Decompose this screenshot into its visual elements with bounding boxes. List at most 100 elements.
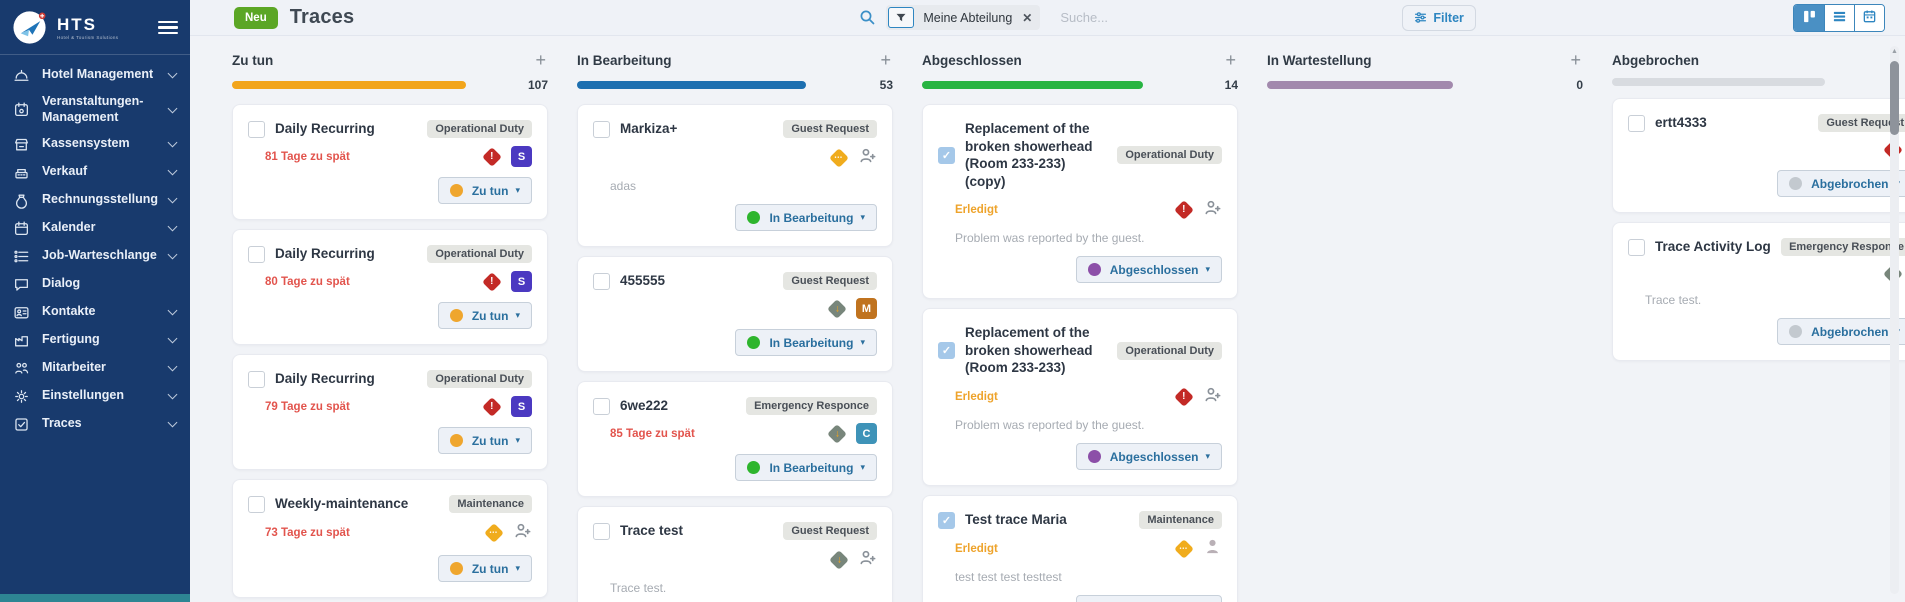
assign-user-icon[interactable]	[513, 527, 532, 544]
card-checkbox[interactable]	[593, 523, 610, 540]
trace-card[interactable]: Trace Activity Log Emergency Responce ↓ …	[1612, 222, 1905, 361]
status-dropdown-button[interactable]: Abgebrochen ▾	[1777, 170, 1905, 197]
card-checkbox[interactable]	[248, 121, 265, 138]
trace-card[interactable]: ertt4333 Guest Request ! Abgebrochen ▾	[1612, 98, 1905, 213]
card-title: Markiza+	[620, 120, 773, 138]
add-card-button[interactable]: +	[533, 51, 548, 69]
card-checkbox[interactable]	[248, 246, 265, 263]
search-input[interactable]	[1060, 10, 1210, 25]
trace-card[interactable]: ✓ Replacement of the broken showerhead (…	[922, 308, 1238, 486]
card-category-badge: Operational Duty	[427, 245, 532, 263]
trace-card[interactable]: 6we222 Emergency Responce 85 Tage zu spä…	[577, 381, 893, 497]
chip-close-icon[interactable]: ✕	[1022, 11, 1032, 25]
kanban-view-button[interactable]	[1794, 5, 1824, 31]
menu-toggle-icon[interactable]	[158, 16, 178, 39]
trace-card[interactable]: Markiza+ Guest Request ••• adas In Bearb…	[577, 104, 893, 247]
add-card-button[interactable]: +	[1568, 51, 1583, 69]
sidebar-item-veranstaltungen-management[interactable]: Veranstaltungen-Management	[0, 89, 190, 130]
vertical-scrollbar[interactable]: ▲	[1890, 46, 1899, 594]
add-card-button[interactable]: +	[878, 51, 893, 69]
assignee-avatar[interactable]: M	[856, 298, 877, 319]
assignee-avatar[interactable]: S	[511, 271, 532, 292]
card-checkbox[interactable]	[1628, 115, 1645, 132]
card-checkbox[interactable]	[1628, 239, 1645, 256]
filter-button[interactable]: Filter	[1402, 5, 1476, 31]
sidebar-item-label: Rechnungsstellung	[42, 192, 163, 208]
status-dropdown-button[interactable]: Zu tun ▾	[438, 427, 532, 454]
status-dropdown-button[interactable]: Zu tun ▾	[438, 555, 532, 582]
status-dropdown-button[interactable]: Zu tun ▾	[438, 302, 532, 329]
sidebar-item-kontakte[interactable]: Kontakte	[0, 298, 190, 326]
card-checkbox[interactable]: ✓	[938, 342, 955, 359]
column-progress: 107	[232, 78, 548, 92]
sidebar-item-rechnungsstellung[interactable]: Rechnungsstellung	[0, 186, 190, 214]
scroll-up-icon[interactable]: ▲	[1891, 48, 1898, 55]
assign-user-icon[interactable]	[858, 152, 877, 169]
filter-button-label: Filter	[1433, 11, 1464, 25]
card-checkbox[interactable]	[248, 496, 265, 513]
sidebar-item-job-warteschlange[interactable]: Job-Warteschlange	[0, 242, 190, 270]
card-checkbox[interactable]	[593, 398, 610, 415]
card-checkbox[interactable]	[593, 273, 610, 290]
sidebar-item-kalender[interactable]: Kalender	[0, 214, 190, 242]
list-view-button[interactable]	[1824, 5, 1854, 31]
assignee-avatar[interactable]: S	[511, 396, 532, 417]
trace-card[interactable]: Daily Recurring Operational Duty 80 Tage…	[232, 229, 548, 345]
sidebar-item-kassensystem[interactable]: Kassensystem	[0, 130, 190, 158]
status-dropdown-button[interactable]: In Bearbeitung ▾	[735, 329, 877, 356]
top-bar: Neu Traces Meine Abteilung ✕ Filter	[190, 0, 1905, 36]
assignee-avatar[interactable]: S	[511, 146, 532, 167]
storefront-icon	[13, 135, 31, 153]
kanban-view-icon	[1802, 9, 1817, 27]
scrollbar-thumb[interactable]	[1890, 61, 1899, 135]
status-dropdown-button[interactable]: In Bearbeitung ▾	[735, 204, 877, 231]
chevron-down-icon	[168, 362, 178, 372]
hts-logo-icon	[12, 9, 49, 46]
column-progress-bar	[577, 81, 843, 89]
sidebar-item-traces[interactable]: Traces	[0, 410, 190, 438]
status-dropdown-button[interactable]: Abgeschlossen ▾	[1076, 256, 1222, 283]
trace-card[interactable]: Weekly-maintenance Maintenance 73 Tage z…	[232, 479, 548, 598]
add-card-button[interactable]: +	[1223, 51, 1238, 69]
status-dropdown-button[interactable]: Abgeschlossen ▾	[1076, 595, 1222, 602]
card-note: 85 Tage zu spät	[593, 428, 827, 440]
chevron-down-icon	[168, 250, 178, 260]
chevron-down-icon	[168, 166, 178, 176]
assign-user-icon[interactable]	[1203, 204, 1222, 221]
sidebar-item-fertigung[interactable]: Fertigung	[0, 326, 190, 354]
assign-user-icon[interactable]	[858, 554, 877, 571]
trace-card[interactable]: Daily Recurring Operational Duty 81 Tage…	[232, 104, 548, 220]
column-cards: ertt4333 Guest Request ! Abgebrochen ▾ T…	[1612, 98, 1905, 361]
new-trace-button[interactable]: Neu	[234, 7, 278, 29]
trace-card[interactable]: 455555 Guest Request ↓ M In Bearbeitung …	[577, 256, 893, 372]
trace-card[interactable]: Daily Recurring Operational Duty 79 Tage…	[232, 354, 548, 470]
sidebar-item-hotel-management[interactable]: Hotel Management	[0, 61, 190, 89]
sidebar-item-mitarbeiter[interactable]: Mitarbeiter	[0, 354, 190, 382]
filter-chip[interactable]: Meine Abteilung ✕	[886, 5, 1040, 30]
status-dropdown-button[interactable]: Abgebrochen ▾	[1777, 318, 1905, 345]
card-checkbox[interactable]: ✓	[938, 147, 955, 164]
card-checkbox[interactable]	[248, 371, 265, 388]
status-dropdown-button[interactable]: In Bearbeitung ▾	[735, 454, 877, 481]
funnel-icon[interactable]	[888, 7, 914, 28]
sidebar-item-verkauf[interactable]: Verkauf	[0, 158, 190, 186]
assignee-avatar[interactable]: C	[856, 423, 877, 444]
trace-card[interactable]: Trace test Guest Request ↓ Trace test. I…	[577, 506, 893, 602]
card-checkbox[interactable]	[593, 121, 610, 138]
filter-chip-label: Meine Abteilung	[923, 11, 1012, 25]
sidebar-item-dialog[interactable]: Dialog	[0, 270, 190, 298]
trace-card[interactable]: ✓ Replacement of the broken showerhead (…	[922, 104, 1238, 299]
status-dropdown-button[interactable]: Abgeschlossen ▾	[1076, 443, 1222, 470]
priority-medium-icon: •••	[484, 523, 504, 543]
board-column: Abgebrochen + ertt4333 Guest Request ! A…	[1612, 51, 1905, 602]
sidebar: HTS Hotel & Tourism Solutions Hotel Mana…	[0, 0, 190, 602]
sidebar-item-label: Traces	[42, 416, 163, 432]
assign-user-icon[interactable]	[1203, 391, 1222, 408]
trace-card[interactable]: ✓ Test trace Maria Maintenance Erledigt …	[922, 495, 1238, 602]
sidebar-item-label: Kalender	[42, 220, 163, 236]
sidebar-item-einstellungen[interactable]: Einstellungen	[0, 382, 190, 410]
column-count: 0	[1547, 78, 1583, 92]
status-dropdown-button[interactable]: Zu tun ▾	[438, 177, 532, 204]
card-checkbox[interactable]: ✓	[938, 512, 955, 529]
calendar-view-button[interactable]	[1854, 5, 1884, 31]
